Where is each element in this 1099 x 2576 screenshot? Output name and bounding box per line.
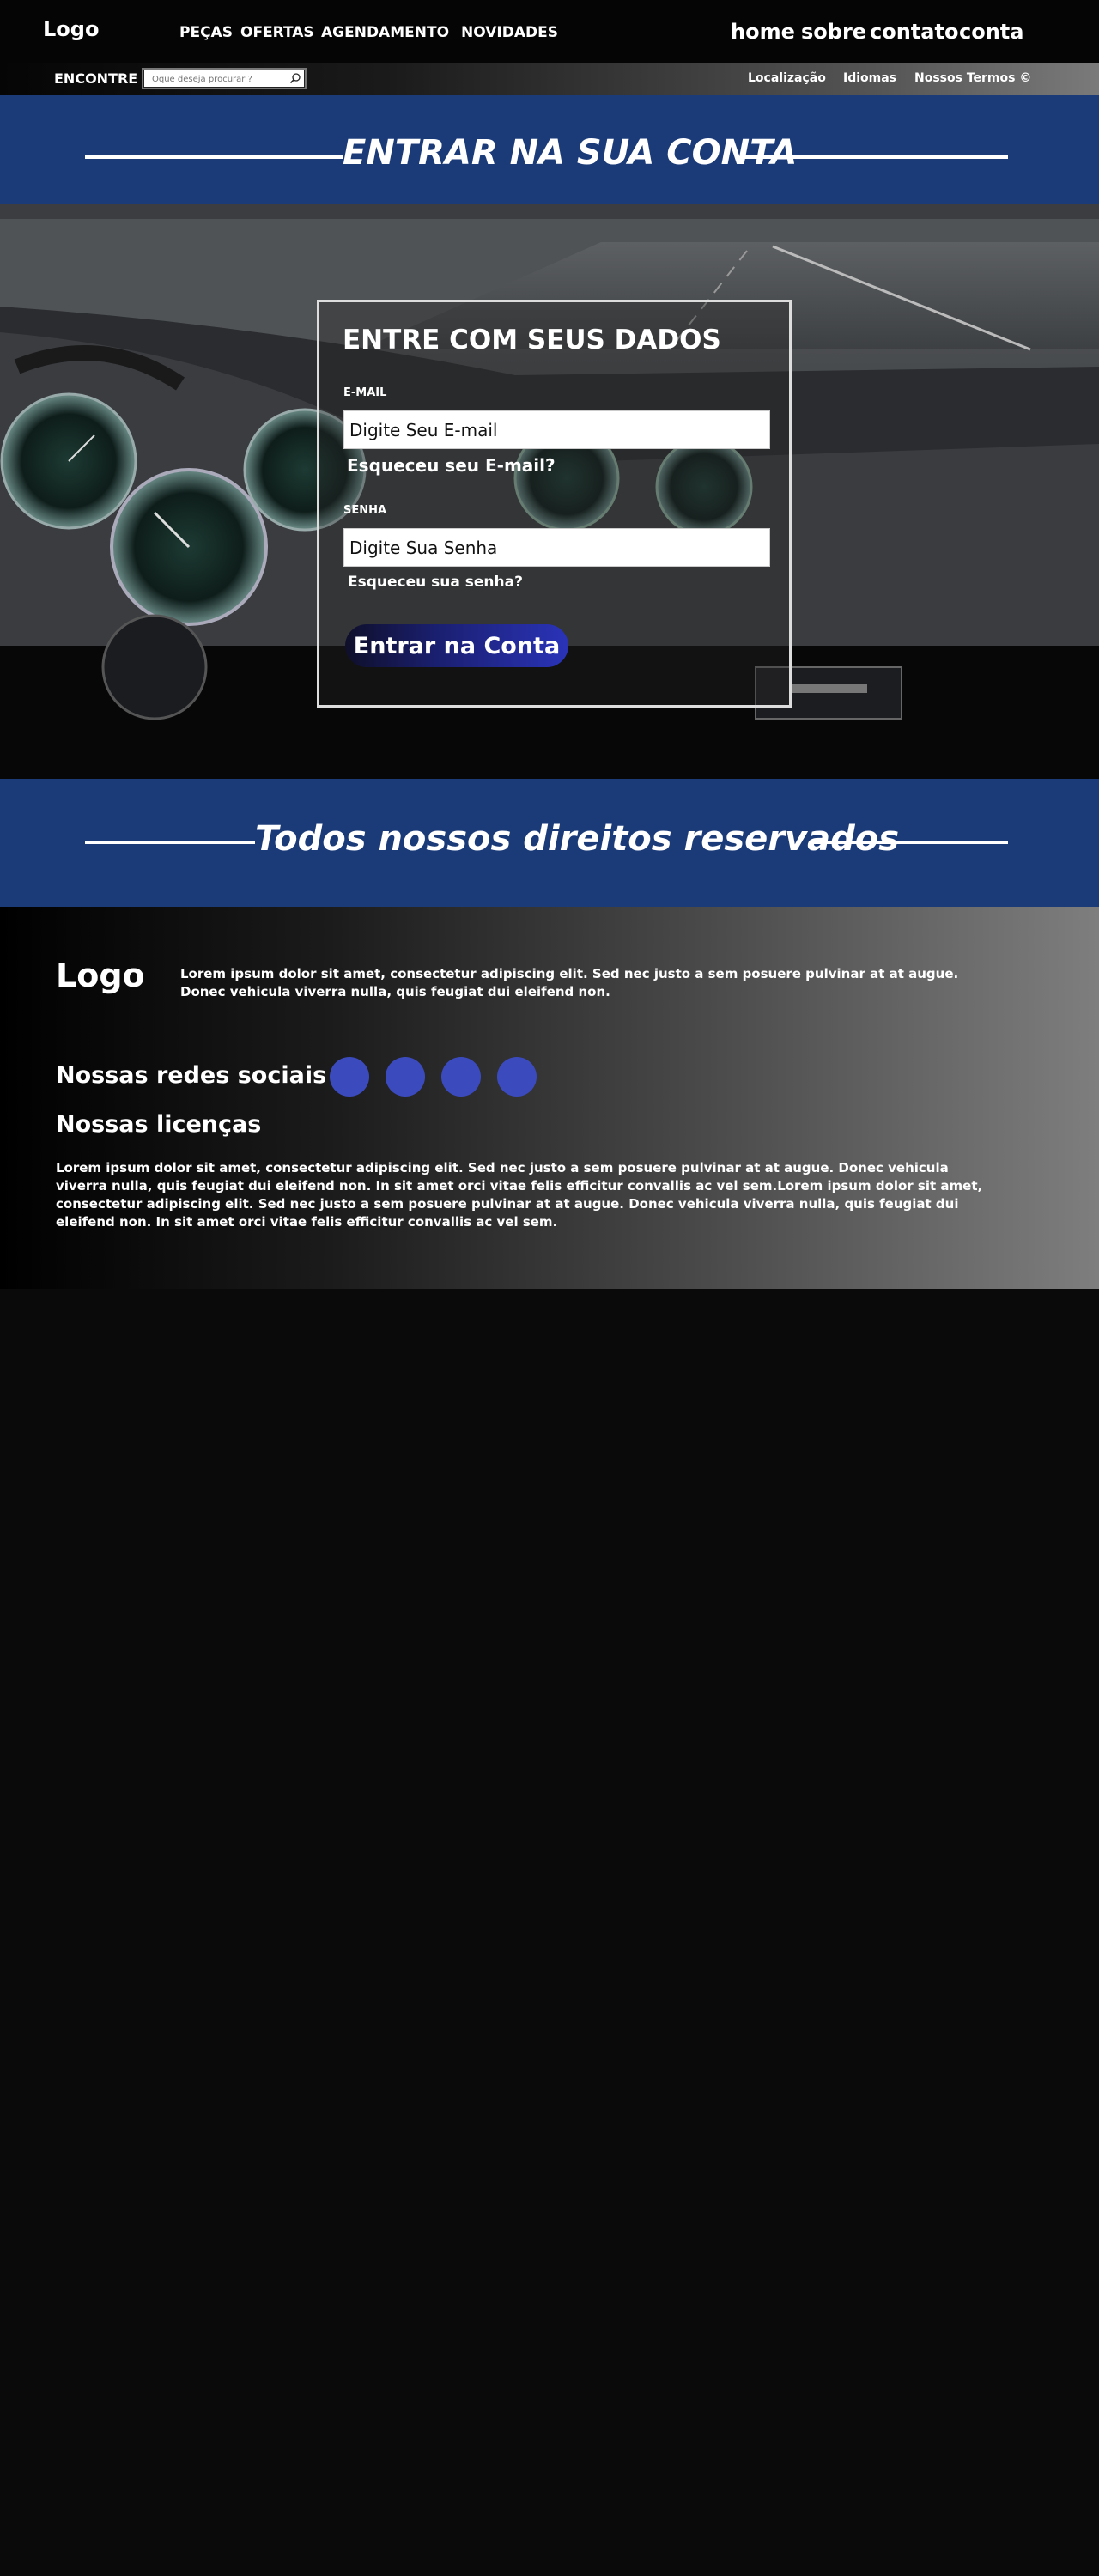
login-form: ENTRE COM SEUS DADOS E-MAIL Esqueceu seu… <box>317 300 792 708</box>
nav-link-contato[interactable]: contato <box>870 20 958 44</box>
search-input[interactable] <box>152 73 289 85</box>
hero-section: ENTRE COM SEUS DADOS E-MAIL Esqueceu seu… <box>0 204 1099 779</box>
forgot-password-link[interactable]: Esqueceu sua senha? <box>348 574 523 591</box>
login-banner: ENTRAR NA SUA CONTA <box>0 95 1099 204</box>
sub-navbar: ENCONTRE Localização Idiomas Nossos Term… <box>0 63 1099 95</box>
social-icon-2[interactable] <box>386 1057 425 1097</box>
social-icon-1[interactable] <box>330 1057 369 1097</box>
search-icon[interactable] <box>289 72 301 84</box>
nav-link-conta[interactable]: conta <box>959 20 1023 44</box>
subnav-link-localizacao[interactable]: Localização <box>748 71 826 85</box>
banner-line-right <box>744 155 1008 159</box>
license-text: Lorem ipsum dolor sit amet, consectetur … <box>56 1160 983 1230</box>
rights-banner-title: Todos nossos direitos reservados <box>255 819 899 859</box>
nav-link-ofertas[interactable]: OFERTAS <box>240 24 314 41</box>
nav-link-agendamento[interactable]: AGENDAMENTO <box>321 24 449 41</box>
footer-about-text: Lorem ipsum dolor sit amet, consectetur … <box>180 966 959 999</box>
nav-link-novidades[interactable]: NOVIDADES <box>461 24 558 41</box>
rights-banner: Todos nossos direitos reservados <box>0 779 1099 907</box>
login-submit-button[interactable]: Entrar na Conta <box>345 624 568 667</box>
email-field[interactable] <box>343 410 770 449</box>
subnav-link-idiomas[interactable]: Idiomas <box>843 71 896 85</box>
banner-line-left <box>85 155 343 159</box>
email-input[interactable] <box>349 420 762 440</box>
footer: Logo Lorem ipsum dolor sit amet, consect… <box>0 907 1099 1289</box>
login-banner-title: ENTRAR NA SUA CONTA <box>343 133 798 173</box>
subnav-link-termos[interactable]: Nossos Termos © <box>914 71 1031 85</box>
social-title: Nossas redes sociais <box>56 1062 327 1089</box>
nav-link-home[interactable]: home <box>731 20 795 44</box>
social-icon-4[interactable] <box>497 1057 537 1097</box>
password-input[interactable] <box>349 538 762 558</box>
password-field[interactable] <box>343 528 770 567</box>
social-icon-3[interactable] <box>441 1057 481 1097</box>
rights-line-left <box>85 841 255 844</box>
nav-link-pecas[interactable]: PEÇAS <box>179 24 233 41</box>
nav-link-sobre[interactable]: sobre <box>801 20 866 44</box>
top-navbar: Logo PEÇAS OFERTAS AGENDAMENTO NOVIDADES… <box>0 0 1099 63</box>
search-label: ENCONTRE <box>54 70 138 87</box>
forgot-email-link[interactable]: Esqueceu seu E-mail? <box>347 455 556 476</box>
footer-logo[interactable]: Logo <box>56 957 145 994</box>
license-title: Nossas licenças <box>56 1111 262 1138</box>
search-box[interactable] <box>142 68 307 89</box>
rights-line-right <box>813 841 1008 844</box>
email-label: E-MAIL <box>343 386 387 399</box>
password-label: SENHA <box>343 504 387 517</box>
login-form-title: ENTRE COM SEUS DADOS <box>343 325 721 355</box>
header-logo[interactable]: Logo <box>43 17 99 41</box>
